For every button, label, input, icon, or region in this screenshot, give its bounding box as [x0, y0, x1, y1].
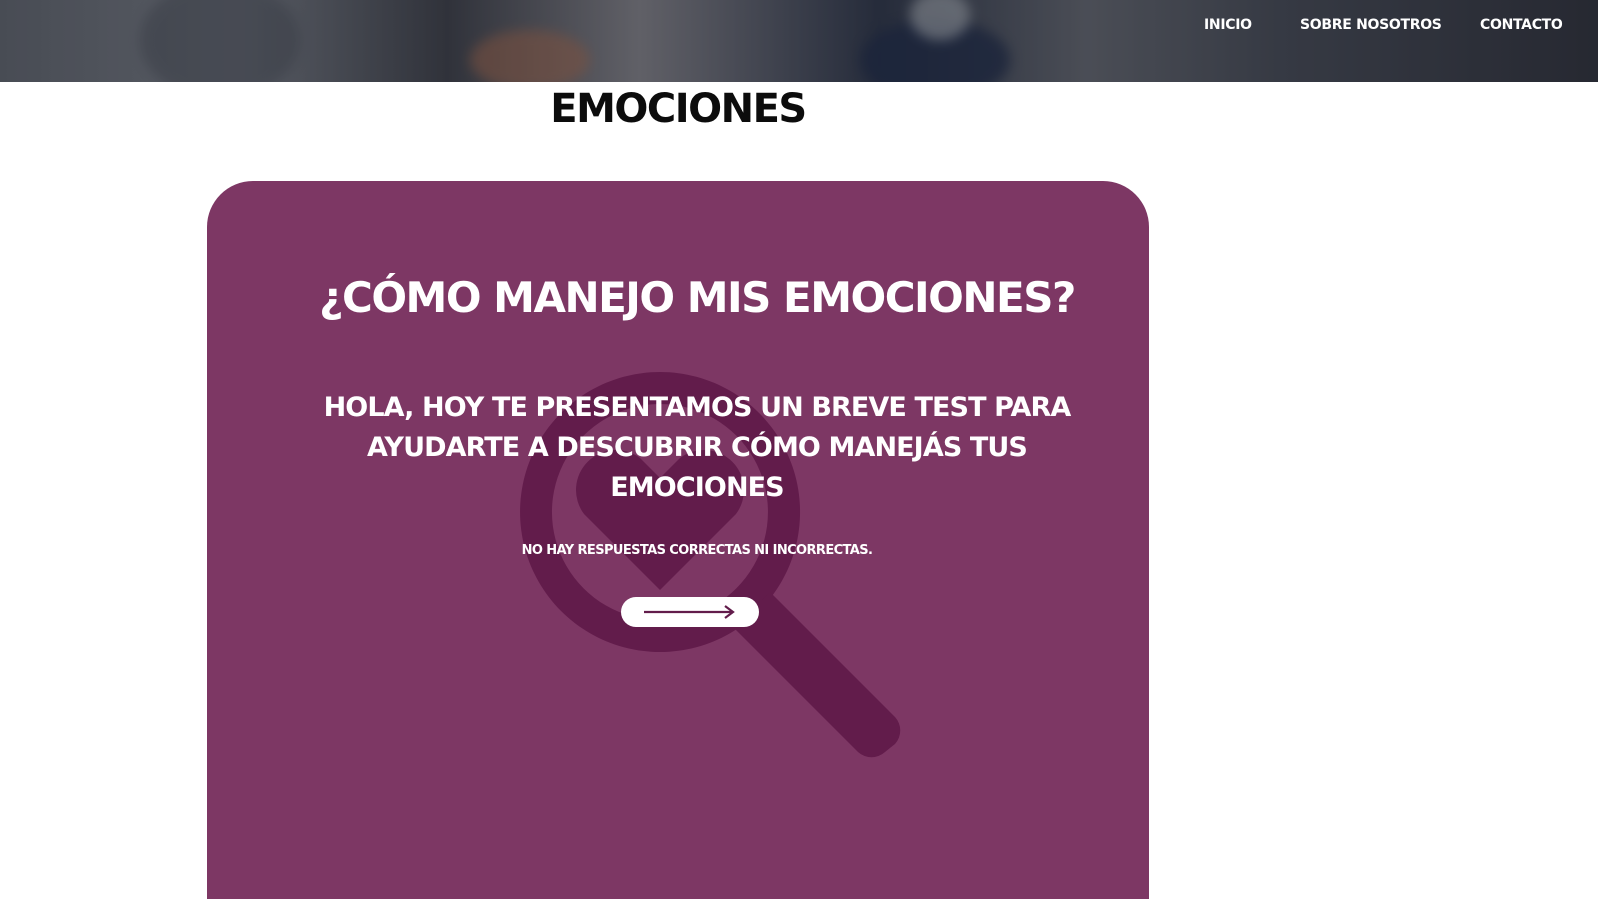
start-test-button[interactable] [621, 597, 759, 627]
test-intro-card: ¿CÓMO MANEJO MIS EMOCIONES? HOLA, HOY TE… [207, 181, 1149, 899]
hero-header: INICIO SOBRE NOSOTROS CONTACTO [0, 0, 1598, 82]
nav-link-sobre-nosotros[interactable]: SOBRE NOSOTROS [1300, 17, 1442, 33]
page-title: EMOCIONES [550, 86, 807, 132]
arrow-right-icon [644, 605, 735, 619]
header-overlay [0, 0, 1598, 82]
card-title: ¿CÓMO MANEJO MIS EMOCIONES? [319, 273, 1076, 322]
nav-link-contacto[interactable]: CONTACTO [1480, 17, 1563, 33]
card-intro-text: HOLA, HOY TE PRESENTAMOS UN BREVE TEST P… [323, 392, 1072, 503]
card-note-text: NO HAY RESPUESTAS CORRECTAS NI INCORRECT… [521, 543, 873, 558]
nav-link-inicio[interactable]: INICIO [1204, 17, 1252, 33]
